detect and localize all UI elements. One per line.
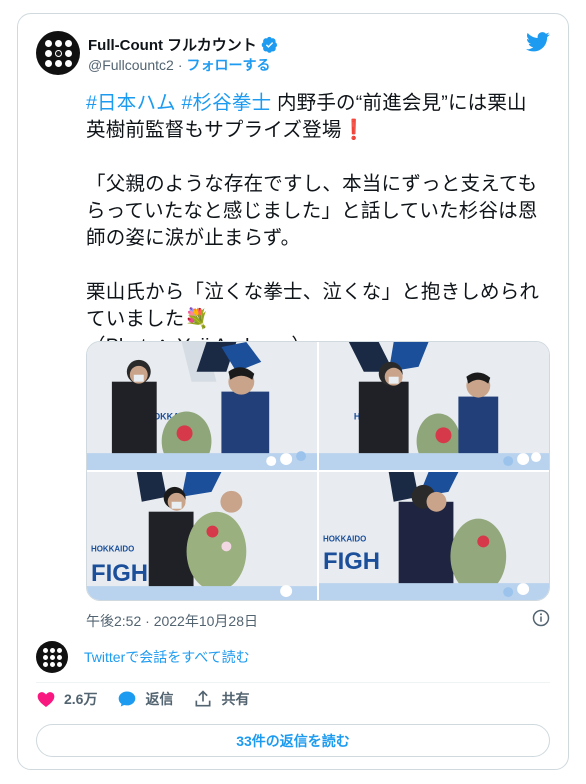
info-icon[interactable] <box>532 609 550 627</box>
action-bar: 2.6万 返信 共有 <box>36 689 249 709</box>
read-replies-button[interactable]: 33件の返信を読む <box>36 724 550 757</box>
handle-row: @Fullcountc2 · フォローする <box>88 55 270 75</box>
tweet-text: #日本ハム #杉谷拳士 内野手の“前進会見”には栗山 英樹前監督もサプライズ登場… <box>86 90 556 360</box>
photo-4-fighters-text: FIGH <box>323 548 380 575</box>
read-conversation-link[interactable]: Twitterで会話をすべて読む <box>84 647 250 667</box>
exclamation-emoji: ❗ <box>341 119 366 141</box>
photo-grid: HOKKAIDO HOKKAIDO FIGH HOKKAIDO FIGH <box>86 341 550 601</box>
like-count: 2.6万 <box>64 691 98 707</box>
follow-button[interactable]: フォローする <box>186 55 270 75</box>
photo-3-hokkaido-text: HOKKAIDO <box>91 544 134 553</box>
separator-dot: · <box>177 57 183 73</box>
account-handle[interactable]: @Fullcountc2 <box>88 57 174 73</box>
divider <box>36 682 550 683</box>
twitter-bird-icon[interactable] <box>526 32 550 52</box>
reply-action[interactable]: 返信 <box>117 689 173 709</box>
tweet-card: Full-Count フルカウント @Fullcountc2 · フォローする … <box>17 13 569 770</box>
tweet-timestamp[interactable]: 午後2:52 · 2022年10月28日 <box>86 611 258 631</box>
bouquet-emoji: 💐 <box>184 308 209 330</box>
photo-4[interactable]: HOKKAIDO FIGH <box>319 472 549 600</box>
verified-badge-icon <box>261 36 277 53</box>
photo-4-hokkaido-text: HOKKAIDO <box>323 534 366 543</box>
heart-icon <box>37 692 55 707</box>
tweet-para2-line1: 「父親のような存在ですし、本当にずっと支えても <box>86 173 538 195</box>
like-action[interactable]: 2.6万 <box>36 689 97 709</box>
tweet-line-1: 内野手の“前進会見”には栗山 <box>271 92 527 114</box>
small-account-avatar <box>36 641 68 673</box>
account-avatar[interactable] <box>36 31 80 75</box>
photo-1[interactable]: HOKKAIDO <box>87 342 317 470</box>
photo-3-fighters-text: FIGH <box>91 560 148 587</box>
share-icon <box>195 690 211 707</box>
reply-icon <box>119 691 136 707</box>
share-label: 共有 <box>221 691 250 707</box>
account-name[interactable]: Full-Count フルカウント <box>88 34 257 55</box>
tweet-line-2: 英樹前監督もサプライズ登場 <box>86 119 342 141</box>
reply-label: 返信 <box>145 691 174 707</box>
hashtag-sugiya[interactable]: #杉谷拳士 <box>181 92 271 114</box>
hashtag-nipponham[interactable]: #日本ハム <box>86 92 176 114</box>
tweet-para2-line3: 師の姿に涙が止まらず。 <box>86 227 301 249</box>
account-name-row[interactable]: Full-Count フルカウント <box>88 34 278 55</box>
photo-3[interactable]: HOKKAIDO FIGH <box>87 472 317 600</box>
thread-row[interactable]: Twitterで会話をすべて読む <box>36 641 250 673</box>
tweet-para3-line2: ていました <box>86 308 185 330</box>
tweet-para2-line2: らっていたなと感じました」と話していた杉谷は恩 <box>86 200 538 222</box>
photo-2[interactable]: HOKKAIDO <box>319 342 549 470</box>
tweet-para3-line1: 栗山氏から「泣くな拳士、泣くな」と抱きしめられ <box>86 281 540 303</box>
share-action[interactable]: 共有 <box>193 689 249 709</box>
